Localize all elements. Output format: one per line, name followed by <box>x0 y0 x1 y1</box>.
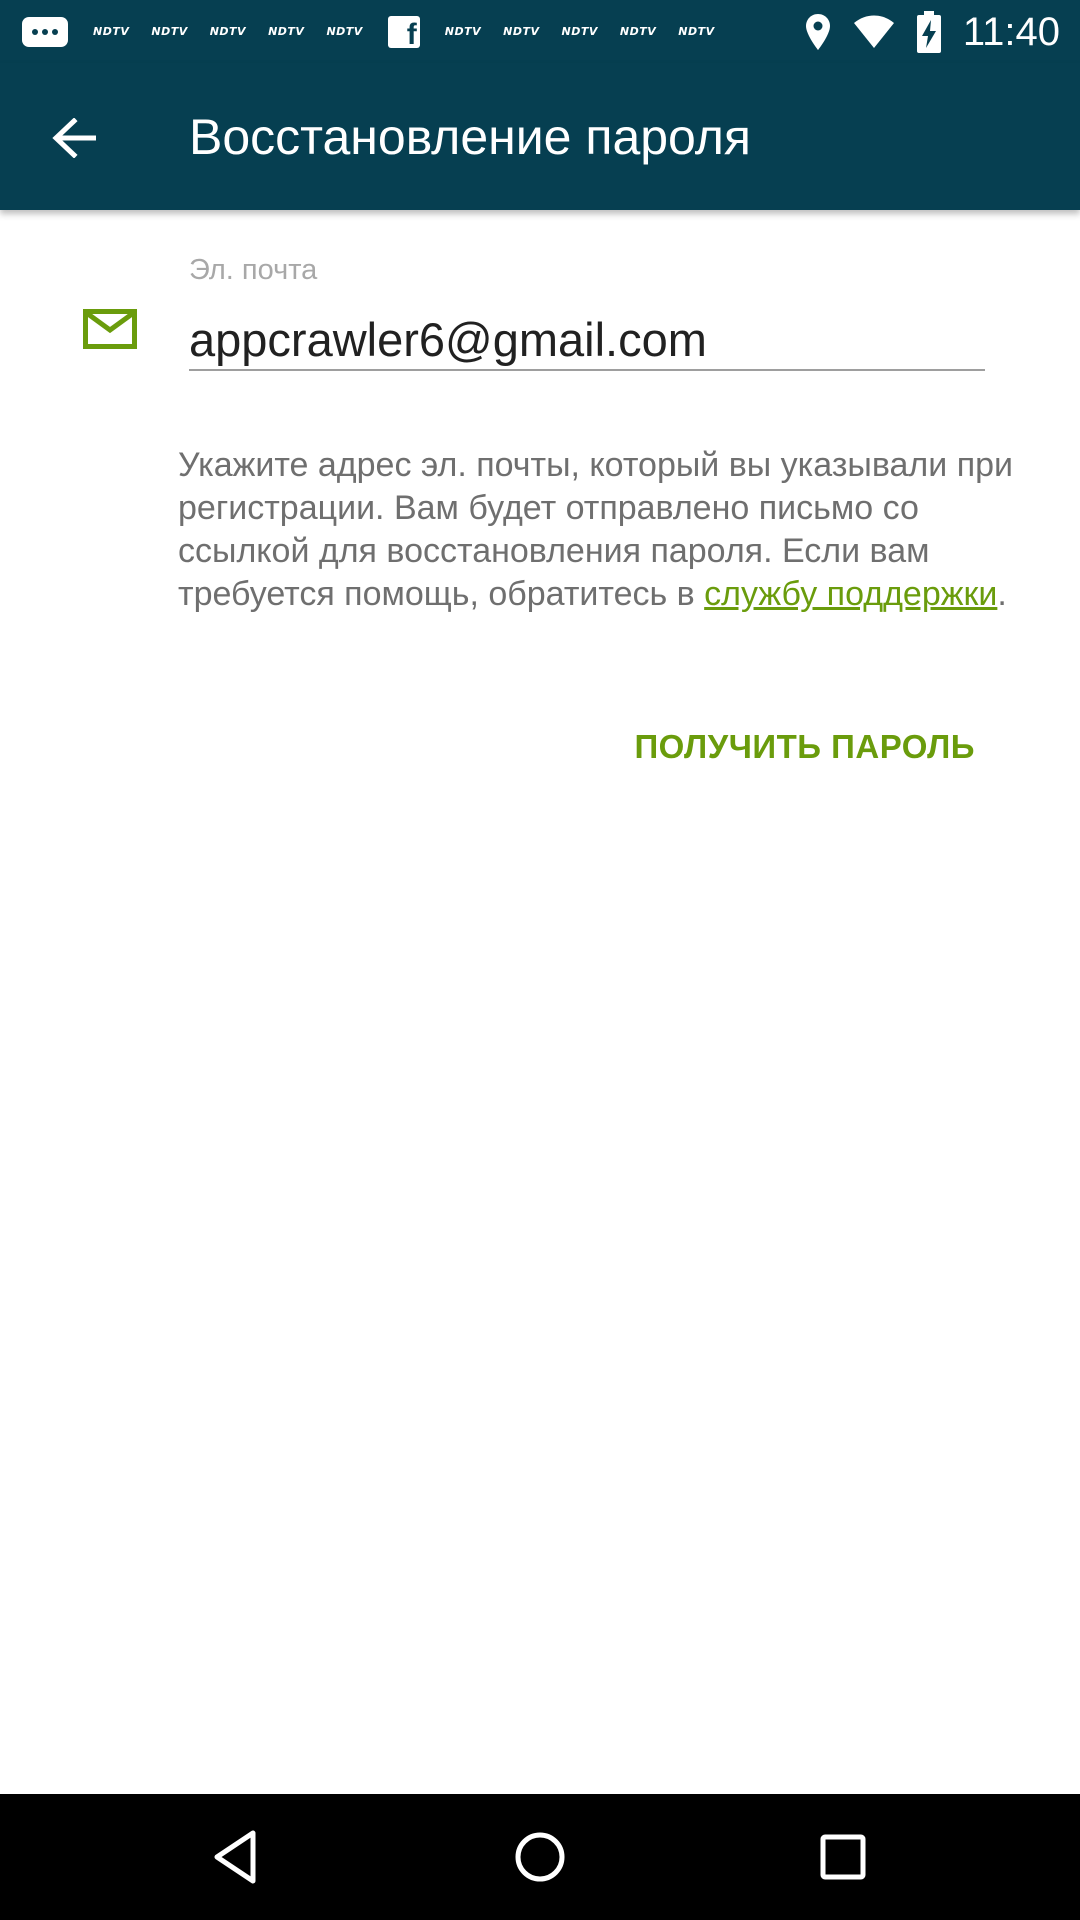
nav-home-icon[interactable] <box>510 1827 570 1887</box>
system-icons: 11:40 <box>805 0 1060 63</box>
ndtv-notification-icon: NDTV <box>326 25 363 38</box>
nav-recents-icon[interactable] <box>813 1827 873 1887</box>
email-field-label: Эл. почта <box>189 254 318 286</box>
notification-icons: NDTV NDTV NDTV NDTV NDTV f NDTV NDTV NDT… <box>22 0 726 63</box>
help-text-end: . <box>997 575 1007 613</box>
wifi-icon <box>853 15 894 48</box>
battery-charging-icon <box>916 10 941 53</box>
ndtv-notification-icon: NDTV <box>151 25 188 38</box>
ndtv-notification-icon: NDTV <box>561 25 598 38</box>
ndtv-notification-icon: NDTV <box>444 25 482 38</box>
email-field[interactable] <box>189 309 985 371</box>
navigation-bar <box>0 1794 1080 1920</box>
help-text: Укажите адрес эл. почты, который вы указ… <box>178 444 1018 616</box>
ndtv-notification-icon: NDTV <box>93 25 130 38</box>
ndtv-notification-icon: NDTV <box>268 25 305 38</box>
page-title: Восстановление пароля <box>189 109 752 165</box>
facebook-icon: f <box>387 15 420 48</box>
clock: 11:40 <box>962 9 1060 54</box>
ndtv-notification-icon: NDTV <box>678 25 715 38</box>
nav-back-icon[interactable] <box>207 1827 267 1887</box>
location-icon <box>805 13 830 50</box>
status-bar: NDTV NDTV NDTV NDTV NDTV f NDTV NDTV NDT… <box>0 0 1080 63</box>
app-bar: Восстановление пароля <box>0 63 1080 210</box>
support-link[interactable]: службу поддержки <box>704 575 997 613</box>
mail-icon <box>83 309 137 349</box>
back-button[interactable] <box>34 103 114 173</box>
get-password-button[interactable]: ПОЛУЧИТЬ ПАРОЛЬ <box>634 722 975 772</box>
arrow-back-icon <box>52 118 96 158</box>
ndtv-notification-icon: NDTV <box>503 25 540 38</box>
more-notifications-icon <box>22 16 68 47</box>
ndtv-notification-icon: NDTV <box>209 25 247 38</box>
ndtv-notification-icon: NDTV <box>619 25 657 38</box>
